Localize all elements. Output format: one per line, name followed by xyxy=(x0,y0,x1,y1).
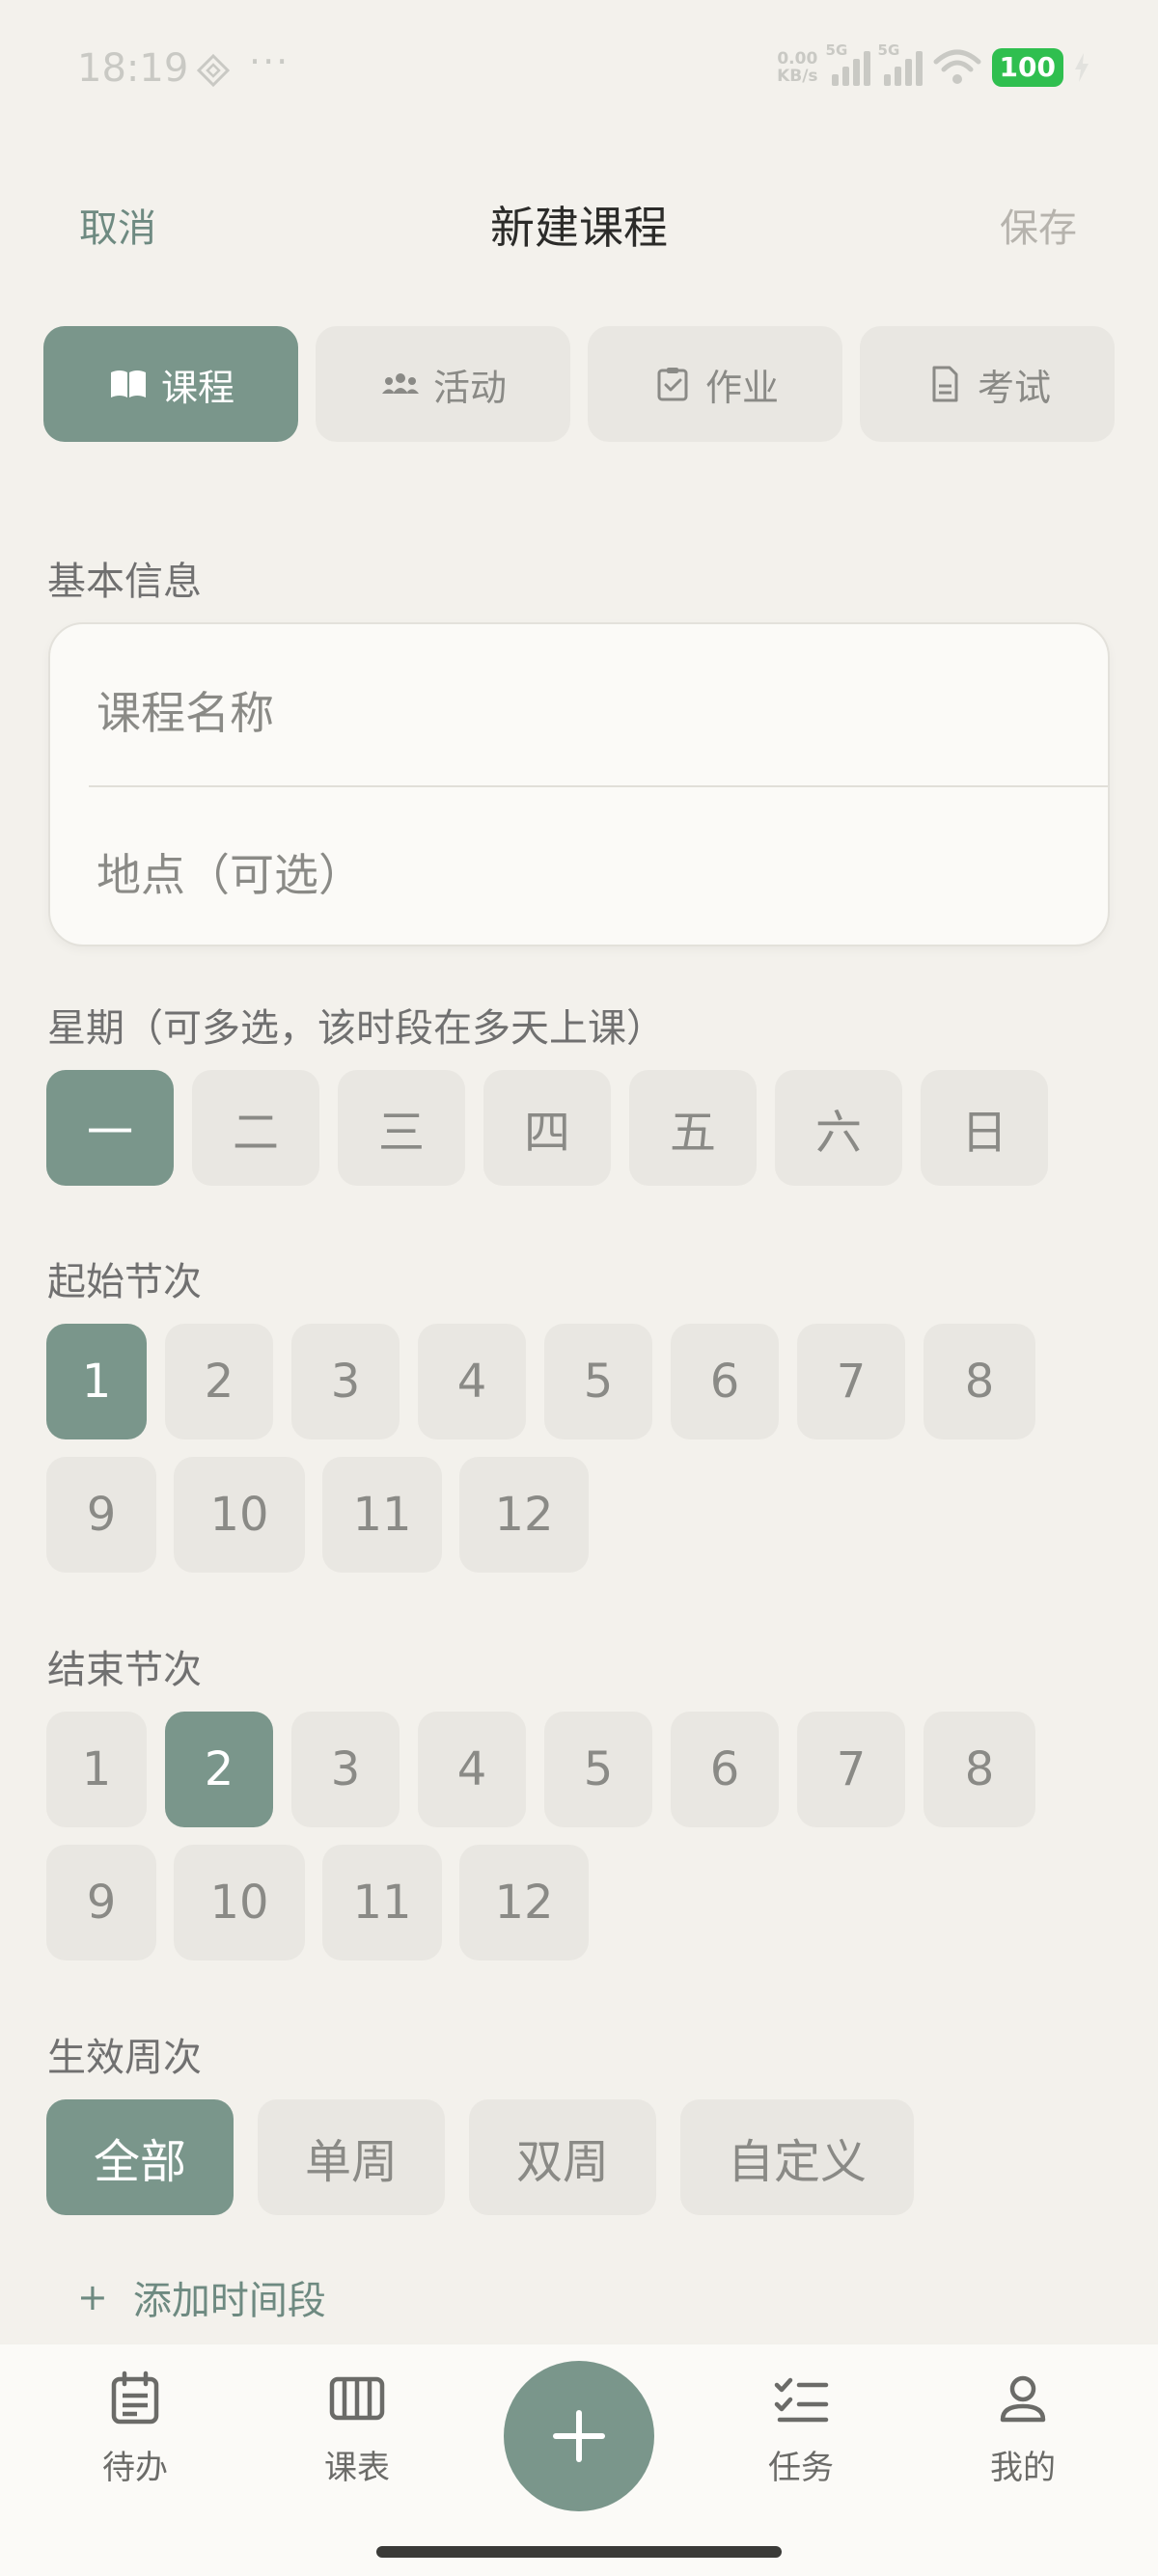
nav-mine-label: 我的 xyxy=(990,2449,1056,2487)
timetable-icon xyxy=(329,2376,385,2421)
tab-activity-label: 活动 xyxy=(432,366,507,409)
tab-homework[interactable]: 作业 xyxy=(588,326,842,442)
home-indicator[interactable] xyxy=(376,2546,782,2558)
status-more-icon: ··· xyxy=(249,41,290,83)
basic-info-card: 课程名称 地点（可选） xyxy=(48,622,1110,946)
battery-indicator: 100 xyxy=(991,48,1063,87)
people-icon xyxy=(381,373,419,394)
plus-icon xyxy=(553,2410,605,2462)
page-title: 新建课程 xyxy=(490,202,668,254)
weeks-chip[interactable]: 全部 xyxy=(46,2099,234,2215)
save-button[interactable]: 保存 xyxy=(1000,197,1077,253)
charging-bolt-icon xyxy=(1075,53,1089,82)
end-period-chip[interactable]: 9 xyxy=(46,1845,156,1960)
add-time-slot-label: 添加时间段 xyxy=(132,2279,326,2323)
end-period-chip[interactable]: 12 xyxy=(459,1845,589,1960)
weekday-chip[interactable]: 一 xyxy=(46,1070,174,1186)
card-divider xyxy=(89,785,1108,787)
course-name-input[interactable]: 课程名称 xyxy=(96,678,274,742)
start-period-chip[interactable]: 7 xyxy=(797,1324,905,1439)
end-period-chip[interactable]: 8 xyxy=(924,1712,1035,1827)
start-period-chip[interactable]: 11 xyxy=(322,1457,442,1573)
end-period-chip[interactable]: 10 xyxy=(174,1845,305,1960)
start-period-chip[interactable]: 2 xyxy=(165,1324,273,1439)
weekday-chip[interactable]: 六 xyxy=(775,1070,902,1186)
calendar-list-icon xyxy=(111,2370,159,2425)
nav-schedule-label: 课表 xyxy=(324,2449,390,2487)
start-period-chip[interactable]: 10 xyxy=(174,1457,305,1573)
nav-tasks[interactable]: 任务 xyxy=(733,2370,868,2488)
basic-info-label: 基本信息 xyxy=(47,560,202,604)
add-time-slot-button[interactable]: + 添加时间段 xyxy=(77,2269,326,2325)
start-period-chip[interactable]: 1 xyxy=(46,1324,147,1439)
checklist-icon xyxy=(774,2377,829,2423)
nfc-diamond-icon xyxy=(197,54,230,87)
status-right: 0.00 KB/s 5G 5G 100 xyxy=(777,41,1090,89)
weeks-label: 生效周次 xyxy=(47,2036,202,2080)
end-period-chip[interactable]: 5 xyxy=(544,1712,652,1827)
weekday-label: 星期（可多选，该时段在多天上课） xyxy=(47,1006,665,1051)
bottom-nav: 待办 课表 任务 我的 xyxy=(0,2344,1158,2576)
end-period-chip[interactable]: 2 xyxy=(165,1712,273,1827)
end-period-chip[interactable]: 1 xyxy=(46,1712,147,1827)
weeks-chip[interactable]: 双周 xyxy=(469,2099,656,2215)
weekday-chip[interactable]: 二 xyxy=(192,1070,319,1186)
end-period-chip[interactable]: 3 xyxy=(291,1712,400,1827)
end-period-chip[interactable]: 4 xyxy=(418,1712,526,1827)
tab-exam[interactable]: 考试 xyxy=(860,326,1115,442)
nav-schedule[interactable]: 课表 xyxy=(290,2370,425,2488)
tab-homework-label: 作业 xyxy=(704,366,779,409)
person-icon xyxy=(1000,2375,1046,2423)
end-period-label: 结束节次 xyxy=(47,1648,202,1692)
start-period-chip[interactable]: 12 xyxy=(459,1457,589,1573)
clipboard-check-icon xyxy=(657,368,688,401)
start-period-chip[interactable]: 3 xyxy=(291,1324,400,1439)
book-open-icon xyxy=(110,370,146,397)
start-period-chip[interactable]: 9 xyxy=(46,1457,156,1573)
end-period-chip[interactable]: 7 xyxy=(797,1712,905,1827)
tab-course-label: 课程 xyxy=(160,366,234,409)
weekday-chip[interactable]: 日 xyxy=(921,1070,1048,1186)
start-period-chips-row2: 9 10 11 12 xyxy=(46,1457,589,1573)
nav-tasks-label: 任务 xyxy=(768,2449,834,2487)
document-icon xyxy=(932,366,958,402)
location-input[interactable]: 地点（可选） xyxy=(96,840,363,904)
weekday-chips: 一 二 三 四 五 六 日 xyxy=(46,1070,1048,1186)
weekday-chip[interactable]: 五 xyxy=(629,1070,757,1186)
weeks-chip[interactable]: 自定义 xyxy=(680,2099,914,2215)
start-period-chip[interactable]: 5 xyxy=(544,1324,652,1439)
tab-exam-label: 考试 xyxy=(977,366,1051,409)
wifi-icon xyxy=(933,49,981,84)
sim1-label: 5G xyxy=(825,41,848,59)
plus-icon: + xyxy=(77,2276,108,2318)
start-period-label: 起始节次 xyxy=(47,1260,202,1304)
end-period-chip[interactable]: 11 xyxy=(322,1845,442,1960)
end-period-chip[interactable]: 6 xyxy=(671,1712,779,1827)
signal-icon-2: 5G xyxy=(878,41,923,86)
status-time: 18:19 xyxy=(77,46,189,91)
weekday-chip[interactable]: 三 xyxy=(338,1070,465,1186)
signal-icon: 5G xyxy=(826,41,870,86)
header: 取消 新建课程 保存 xyxy=(0,183,1158,260)
tab-course[interactable]: 课程 xyxy=(43,326,298,442)
status-bar: 18:19 ··· 0.00 KB/s 5G 5G 100 xyxy=(0,0,1158,135)
start-period-chip[interactable]: 4 xyxy=(418,1324,526,1439)
type-tabs: 课程 活动 作业 考试 xyxy=(43,326,1115,442)
end-period-chips-row2: 9 10 11 12 xyxy=(46,1845,589,1960)
weeks-chips: 全部 单周 双周 自定义 xyxy=(46,2099,914,2215)
net-speed: 0.00 KB/s xyxy=(777,49,818,86)
weeks-chip[interactable]: 单周 xyxy=(258,2099,445,2215)
start-period-chip[interactable]: 8 xyxy=(924,1324,1035,1439)
weekday-chip[interactable]: 四 xyxy=(483,1070,611,1186)
nav-todo[interactable]: 待办 xyxy=(68,2370,203,2488)
start-period-chips-row1: 1 2 3 4 5 6 7 8 xyxy=(46,1324,1035,1439)
start-period-chip[interactable]: 6 xyxy=(671,1324,779,1439)
sim2-label: 5G xyxy=(877,41,900,59)
end-period-chips-row1: 1 2 3 4 5 6 7 8 xyxy=(46,1712,1035,1827)
nav-todo-label: 待办 xyxy=(102,2449,168,2487)
nav-mine[interactable]: 我的 xyxy=(955,2370,1090,2488)
add-fab-button[interactable] xyxy=(504,2361,654,2511)
tab-activity[interactable]: 活动 xyxy=(316,326,570,442)
